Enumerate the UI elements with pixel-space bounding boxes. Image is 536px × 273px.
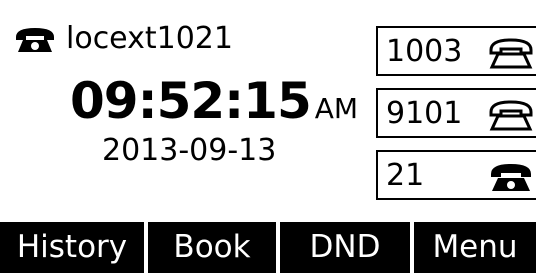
book-softkey[interactable]: Book (148, 222, 280, 273)
account-name: locext1021 (66, 21, 233, 56)
clock-time: 09:52:15 (70, 72, 312, 130)
handset-outline-icon (488, 98, 534, 136)
line-number: 1003 (386, 34, 463, 69)
handset-filled-icon (488, 160, 534, 198)
clock: 09:52:15 AM (70, 74, 358, 136)
dnd-softkey[interactable]: DND (280, 222, 414, 273)
softkey-bar: History Book DND Menu (0, 222, 536, 273)
handset-outline-icon (488, 36, 534, 74)
clock-date: 2013-09-13 (102, 133, 277, 168)
clock-ampm: AM (314, 92, 359, 125)
line-number: 9101 (386, 96, 463, 131)
history-softkey[interactable]: History (0, 222, 148, 273)
line-key-1003[interactable]: 1003 (376, 26, 536, 76)
line-number: 21 (386, 158, 425, 193)
line-key-21[interactable]: 21 (376, 150, 536, 200)
status-bar: locext1021 (14, 20, 233, 58)
menu-softkey[interactable]: Menu (414, 222, 536, 273)
handset-icon (14, 25, 56, 53)
line-key-9101[interactable]: 9101 (376, 88, 536, 138)
